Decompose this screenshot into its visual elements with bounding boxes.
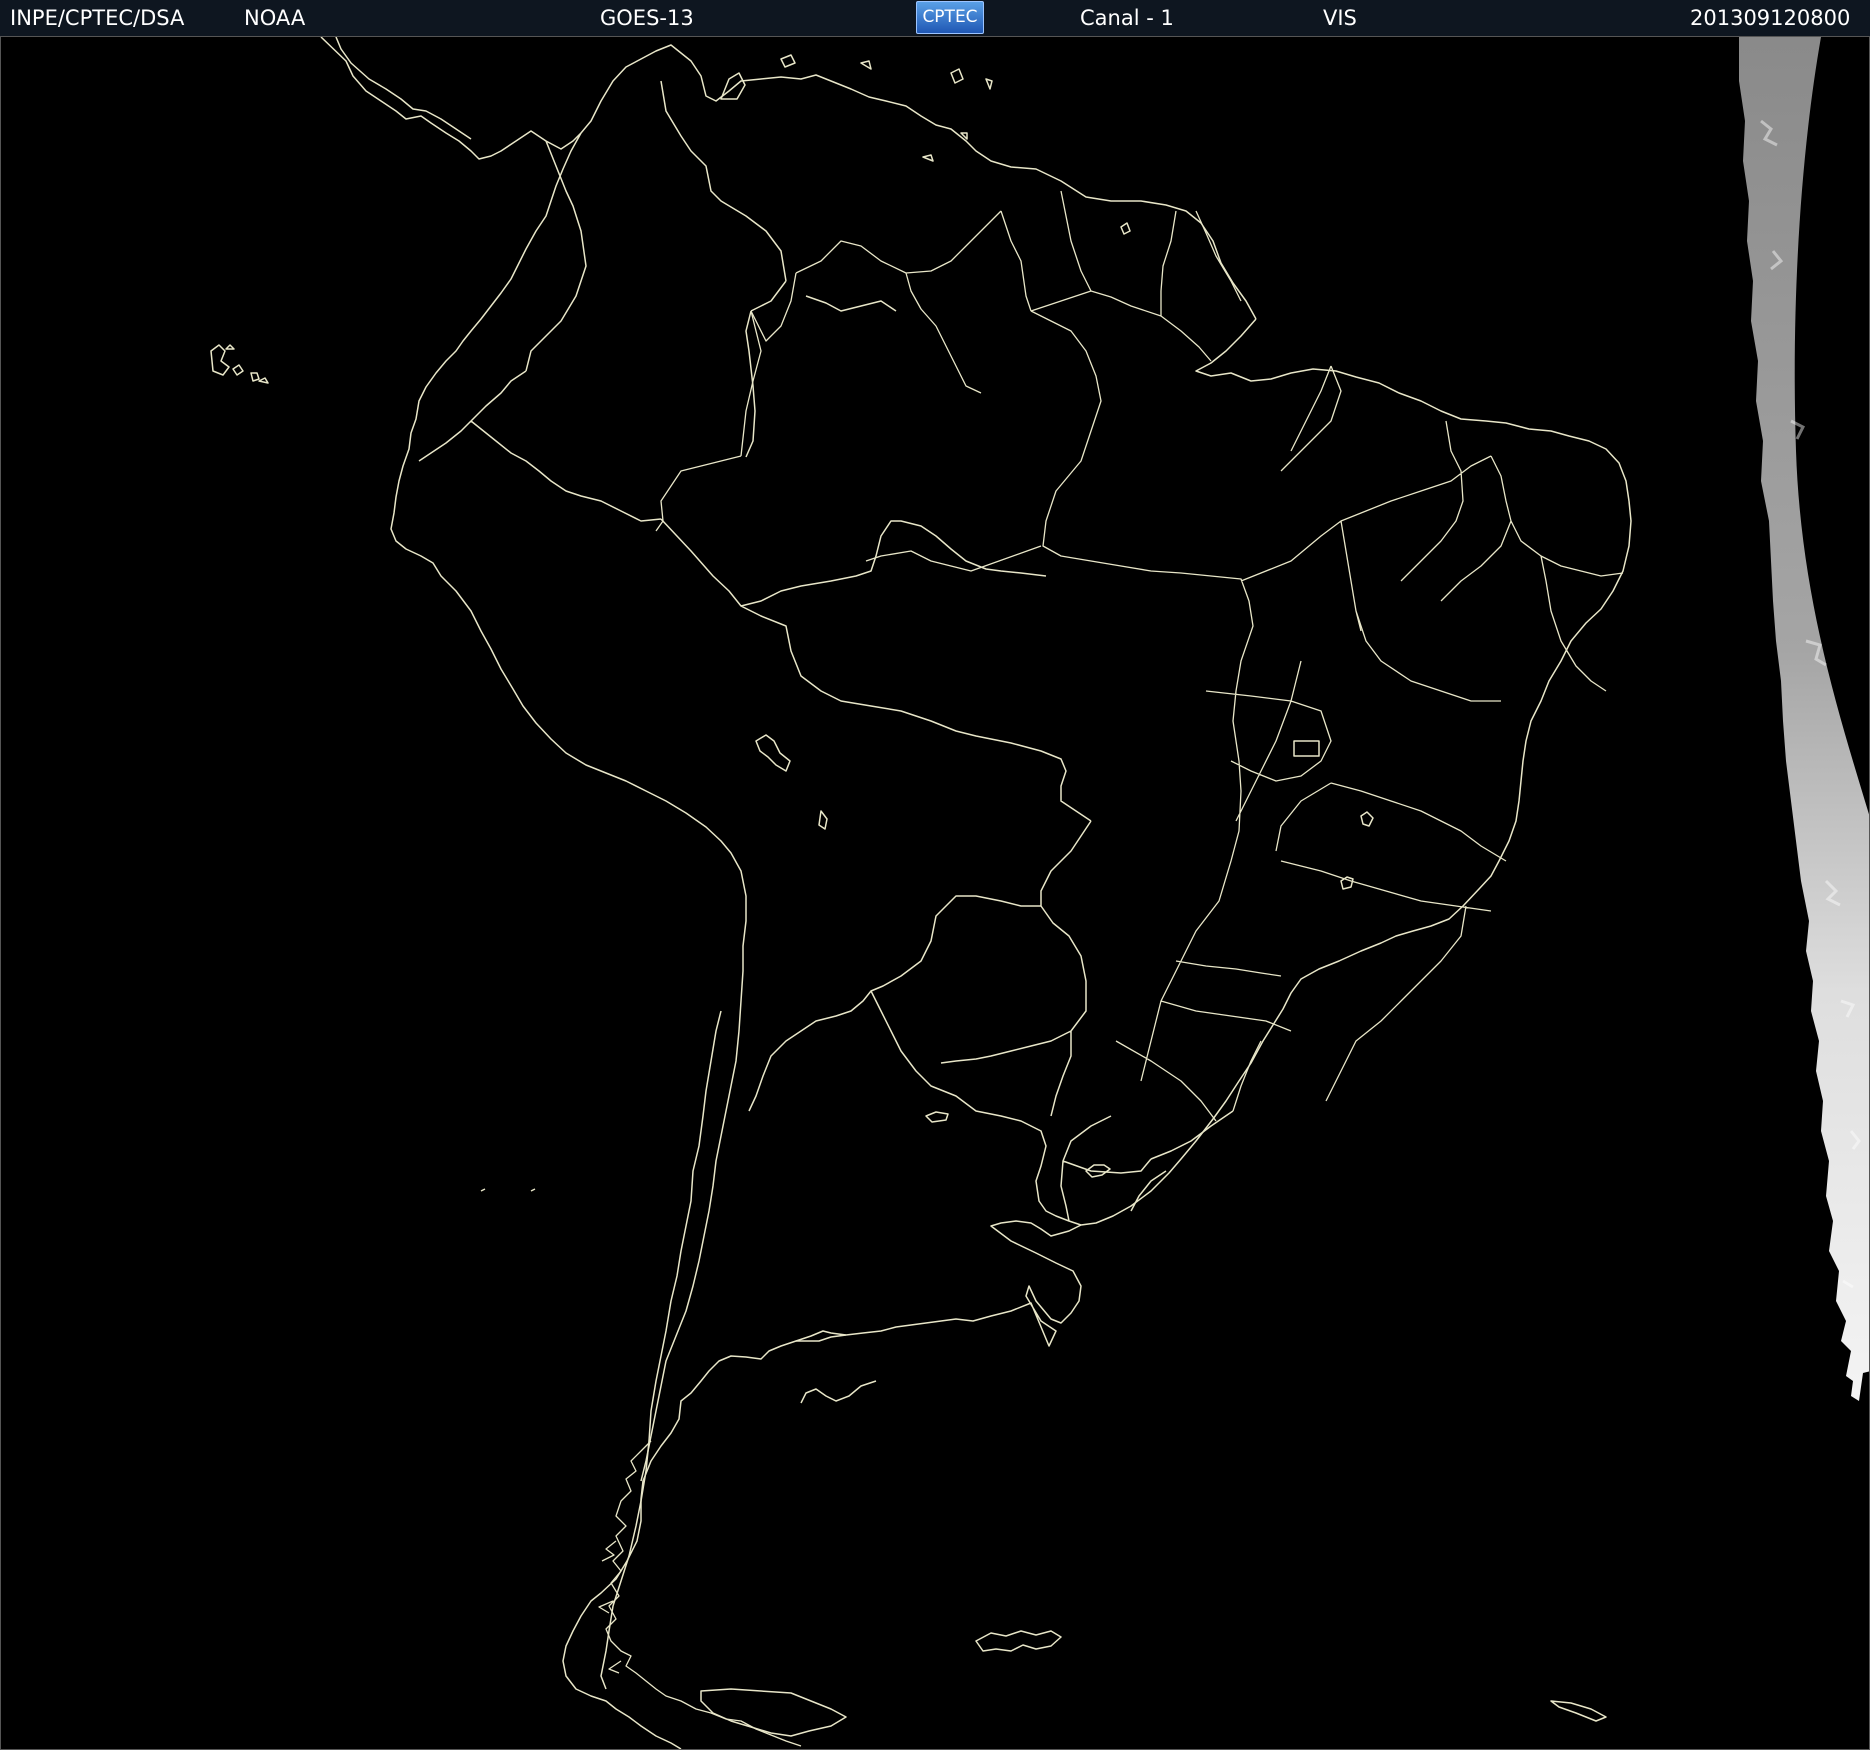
galapagos (210, 344, 269, 384)
cptec-logo: CPTEC (916, 1, 984, 34)
agency-label: NOAA (244, 6, 306, 30)
south-georgia (1550, 1700, 1607, 1722)
satellite-label: GOES-13 (600, 6, 694, 30)
caribbean-islands (720, 54, 1131, 235)
chile-fjords (598, 1440, 802, 1747)
band-label: VIS (1323, 6, 1357, 30)
central-america-coast (320, 37, 582, 160)
timestamp-label: 201309120800 (1690, 6, 1851, 30)
map-svg (210, 37, 1869, 1749)
brazil-north-lines (750, 190, 1242, 394)
satellite-image (0, 36, 1870, 1750)
lake-titicaca (755, 734, 791, 772)
central-america-pacific (335, 37, 472, 140)
federal-district (1293, 740, 1320, 757)
political-boundaries (210, 37, 1632, 1749)
valdes-peninsula (795, 1330, 877, 1404)
institution-label: INPE/CPTEC/DSA (10, 6, 185, 30)
cptec-logo-text: CPTEC (922, 7, 978, 27)
caribbean-coast (580, 44, 1257, 320)
amazon-delta-coast (1195, 318, 1630, 502)
cloud-band (1739, 37, 1869, 1401)
state-boundaries (655, 310, 1624, 1122)
header-bar: INPE/CPTEC/DSA NOAA GOES-13 CPTEC Canal … (0, 0, 1870, 37)
lakes (480, 810, 1374, 1192)
channel-label: Canal - 1 (1080, 6, 1174, 30)
tierra-del-fuego (700, 1688, 847, 1737)
country-borders (418, 80, 1234, 1690)
falkland-islands (975, 1630, 1062, 1652)
argentina-east-coast (562, 1220, 1082, 1749)
pacific-coast (390, 132, 747, 1482)
